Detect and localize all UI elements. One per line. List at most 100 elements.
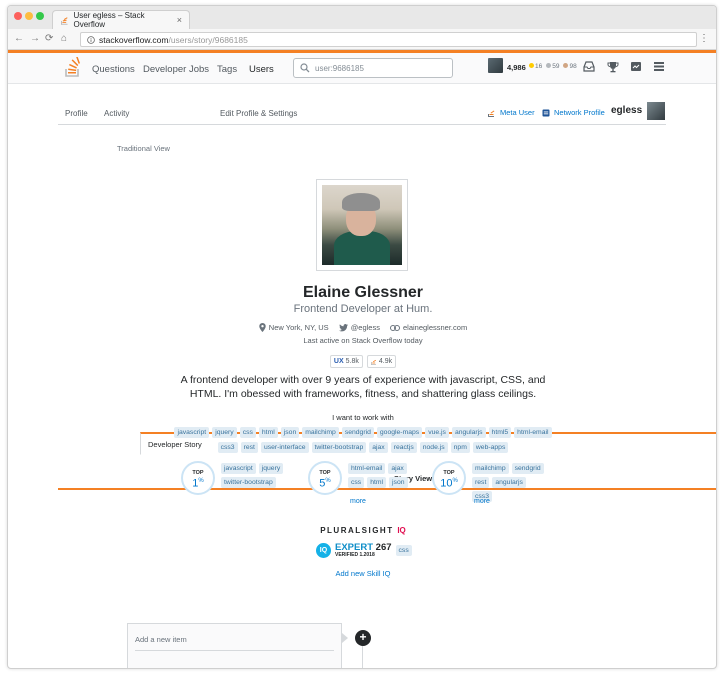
tag[interactable]: html-email — [514, 427, 552, 438]
profile-avatar[interactable] — [647, 102, 665, 120]
add-item-button[interactable]: + — [355, 630, 371, 646]
avatar[interactable] — [488, 58, 503, 73]
tag[interactable]: json — [280, 427, 300, 438]
timeline-line — [362, 646, 363, 668]
tag[interactable]: node.js — [419, 442, 448, 453]
want-tags-row-1: javascript jquery css html json mailchim… — [8, 427, 716, 438]
website-link[interactable]: elaineglessner.com — [389, 323, 467, 332]
top-unit: % — [452, 478, 458, 484]
person-bio: A frontend developer with over 9 years o… — [180, 374, 546, 400]
browser-tab[interactable]: User egless – Stack Overflow × — [52, 10, 190, 29]
want-tags-row-2: css3 rest user-interface twitter-bootstr… — [8, 442, 716, 453]
tag[interactable]: angularjs — [451, 427, 486, 438]
add-skill-iq-link[interactable]: Add new Skill IQ — [8, 569, 716, 578]
bronze-count: 98 — [569, 63, 577, 70]
hat-shape — [342, 193, 380, 211]
forward-arrow-icon[interactable]: → — [30, 33, 40, 44]
top-unit: % — [325, 478, 331, 484]
back-arrow-icon[interactable]: ← — [14, 33, 24, 44]
skill-iq-icon: IQ — [316, 543, 331, 558]
meta-user-label: Meta User — [500, 108, 535, 117]
stackoverflow-logo-icon[interactable] — [65, 57, 81, 77]
inbox-icon[interactable] — [583, 61, 595, 72]
badge-counts: 16 59 98 — [529, 63, 577, 70]
meta-user-link[interactable]: Meta User — [488, 108, 535, 117]
tag[interactable]: rest — [240, 442, 258, 453]
url-host: stackoverflow.com — [99, 34, 169, 45]
more-link[interactable]: more — [350, 498, 366, 505]
skill-tag[interactable]: css — [395, 545, 412, 556]
so-site-badge[interactable]: 4.9k — [366, 355, 397, 368]
top-percent-ring: TOP 1% — [181, 461, 215, 495]
site-switcher-icon[interactable] — [653, 61, 665, 72]
silver-count: 59 — [552, 63, 560, 70]
location-pin-icon — [259, 323, 266, 332]
more-link[interactable]: more — [474, 498, 490, 505]
network-profile-link[interactable]: Network Profile — [542, 108, 605, 117]
person-role: Frontend Developer at Hum. — [293, 303, 433, 315]
tag[interactable]: javascript — [221, 463, 256, 474]
tag[interactable]: html-email — [348, 463, 386, 474]
tag[interactable]: sendgrid — [341, 427, 374, 438]
tag[interactable]: google-maps — [376, 427, 423, 438]
tag[interactable]: html — [367, 477, 387, 488]
tab-activity[interactable]: Activity — [97, 102, 136, 125]
tag[interactable]: mailchimp — [302, 427, 339, 438]
reload-icon[interactable]: ⟳ — [45, 33, 53, 44]
home-icon[interactable]: ⌂ — [61, 33, 67, 44]
want-label: I want to work with — [332, 413, 394, 422]
ux-site-badge[interactable]: UX 5.8k — [329, 355, 363, 368]
tab-profile[interactable]: Profile — [58, 102, 95, 125]
tag[interactable]: css — [239, 427, 256, 438]
tag[interactable]: jquery — [212, 427, 237, 438]
tag[interactable]: css3 — [217, 442, 238, 453]
skill-iq-badge[interactable]: IQ EXPERT 267 VERIFIED 1.2018 css — [316, 543, 412, 558]
trophy-icon[interactable] — [607, 61, 619, 73]
nav-developer-jobs[interactable]: Developer Jobs — [143, 64, 209, 75]
stackoverflow-site-icon — [370, 359, 376, 365]
minimize-window-dot[interactable] — [25, 12, 33, 20]
reputation: 4,986 — [507, 63, 526, 72]
add-item-placeholder: Add a new item — [135, 635, 187, 644]
tag[interactable]: html5 — [488, 427, 512, 438]
tab-close-icon[interactable]: × — [177, 15, 182, 25]
nav-questions[interactable]: Questions — [92, 64, 135, 75]
tag[interactable]: rest — [472, 477, 490, 488]
tab-edit-profile[interactable]: Edit Profile & Settings — [213, 102, 304, 125]
tag[interactable]: reactjs — [390, 442, 417, 453]
tag[interactable]: npm — [450, 442, 470, 453]
tag[interactable]: mailchimp — [472, 463, 509, 474]
nav-users[interactable]: Users — [249, 64, 274, 75]
browser-tabbar: User egless – Stack Overflow × — [8, 6, 716, 29]
subtab-traditional-view[interactable]: Traditional View — [117, 144, 170, 153]
tag[interactable]: sendgrid — [511, 463, 544, 474]
close-window-dot[interactable] — [14, 12, 22, 20]
tag[interactable]: javascript — [174, 427, 210, 438]
pluralsight-iq: IQ — [397, 526, 406, 535]
tag[interactable]: ajax — [369, 442, 388, 453]
nav-tags[interactable]: Tags — [217, 64, 237, 75]
tag[interactable]: vue.js — [425, 427, 449, 438]
tag[interactable]: web-apps — [472, 442, 509, 453]
profile-photo-frame — [316, 179, 408, 271]
url-path: /users/story/9686185 — [168, 34, 248, 45]
browser-menu-icon[interactable]: ⋮ — [699, 33, 709, 44]
review-queue-icon[interactable] — [630, 61, 642, 72]
tag[interactable]: json — [389, 477, 408, 488]
tag[interactable]: angularjs — [492, 477, 526, 488]
tag[interactable]: twitter-bootstrap — [311, 442, 367, 453]
add-item-card[interactable]: Add a new item — [127, 623, 342, 668]
maximize-window-dot[interactable] — [36, 12, 44, 20]
tag[interactable]: html — [258, 427, 278, 438]
tag[interactable]: twitter-bootstrap — [221, 477, 276, 488]
url-input[interactable]: stackoverflow.com/users/story/9686185 — [80, 32, 697, 47]
tag[interactable]: user-interface — [260, 442, 309, 453]
tag[interactable]: css — [348, 477, 365, 488]
tag[interactable]: ajax — [388, 463, 407, 474]
card-pointer — [342, 633, 348, 643]
tag[interactable]: jquery — [258, 463, 284, 474]
browser-window: User egless – Stack Overflow × ← → ⟳ ⌂ s… — [7, 5, 717, 669]
twitter-link[interactable]: @egless — [338, 323, 380, 332]
search-input[interactable]: user:9686185 — [293, 58, 453, 78]
profile-username[interactable]: egless — [611, 105, 642, 116]
